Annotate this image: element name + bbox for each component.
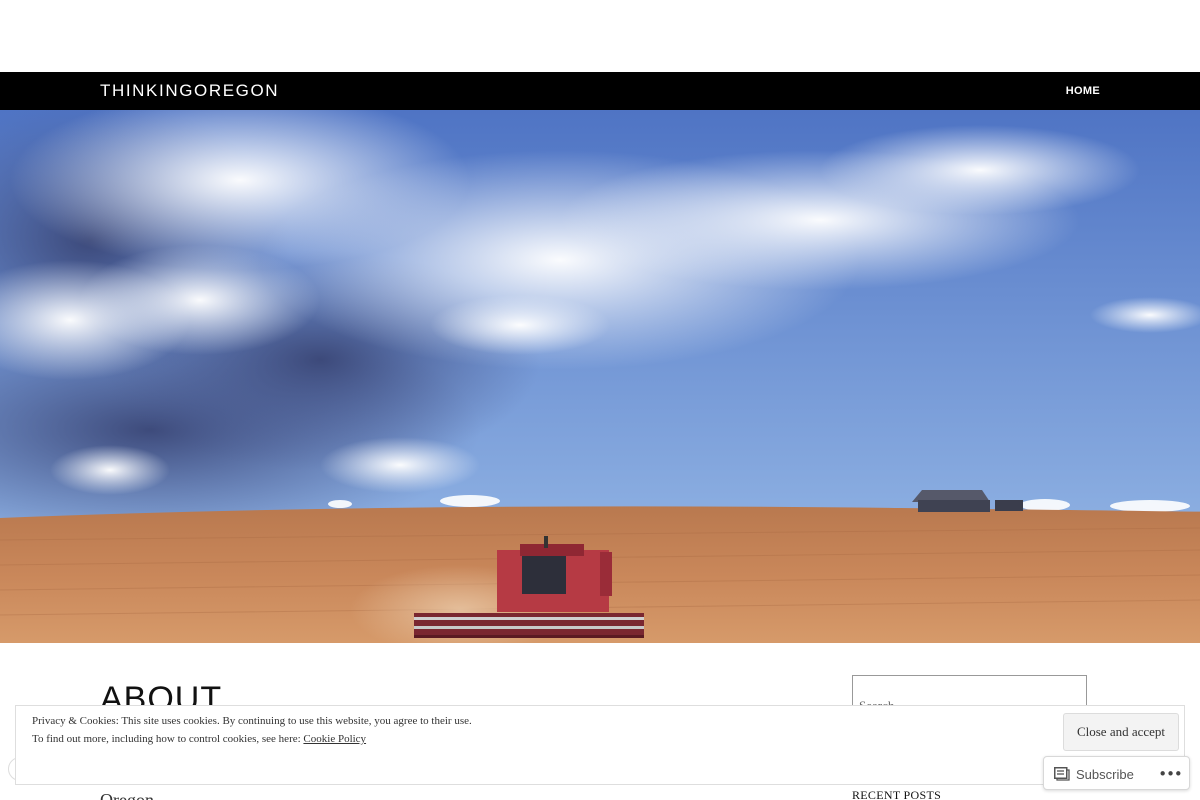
cookie-policy-link[interactable]: Cookie Policy	[303, 733, 366, 745]
reader-icon	[1054, 767, 1070, 781]
site-title-link[interactable]: THINKINGOREGON	[100, 81, 279, 101]
subscribe-button[interactable]: Subscribe	[1050, 763, 1138, 785]
close-and-accept-button[interactable]: Close and accept	[1063, 713, 1179, 751]
subscribe-label: Subscribe	[1076, 766, 1134, 782]
ellipsis-icon: •••	[1158, 765, 1183, 783]
cookie-notice-text: Privacy & Cookies: This site uses cookie…	[32, 715, 472, 727]
cookie-banner: Privacy & Cookies: This site uses cookie…	[15, 705, 1185, 785]
hero-image	[0, 110, 1200, 643]
site-header: THINKINGOREGON HOME	[0, 72, 1200, 110]
more-options-button[interactable]: •••	[1157, 762, 1183, 786]
cookie-notice-prefix: To find out more, including how to contr…	[32, 733, 304, 745]
cookie-notice-more: To find out more, including how to contr…	[32, 733, 366, 745]
subscribe-bar: Subscribe •••	[1043, 756, 1190, 790]
recent-posts-heading: RECENT POSTS	[852, 788, 942, 800]
wheat-field-combine-photo	[0, 110, 1200, 643]
nav-item-home[interactable]: HOME	[1066, 85, 1100, 97]
page-subtitle: Oregon	[100, 790, 154, 800]
